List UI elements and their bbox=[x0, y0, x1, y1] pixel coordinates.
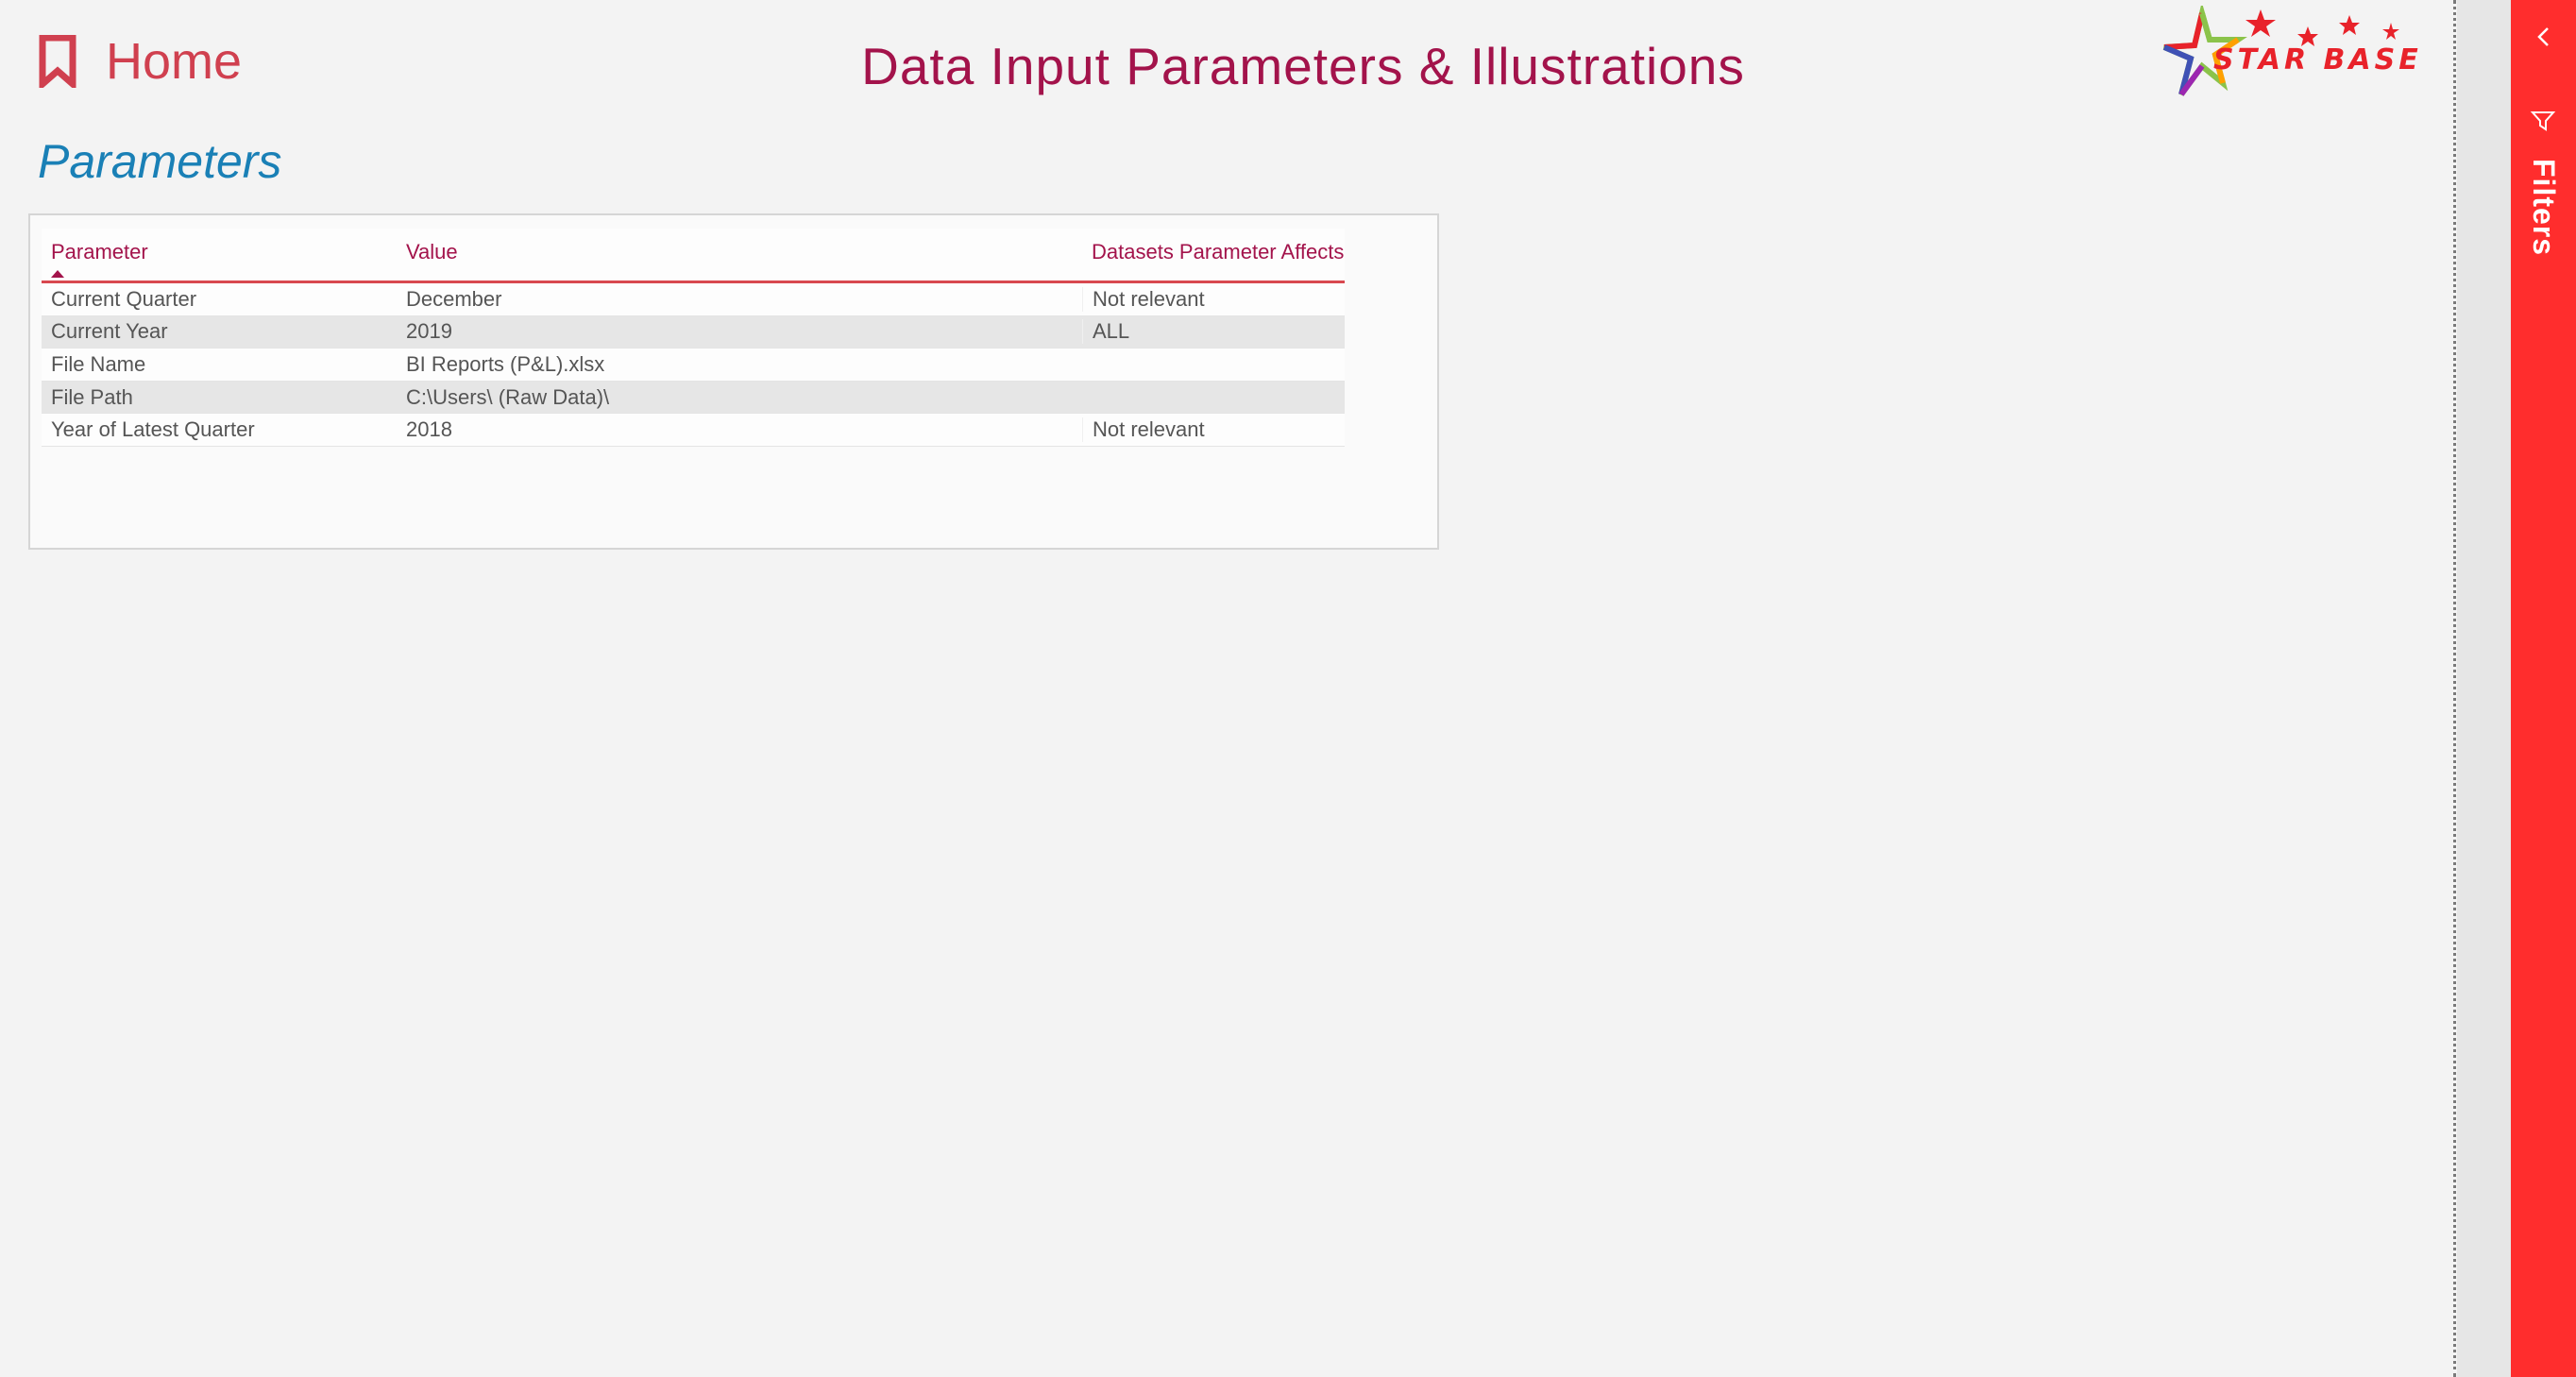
parameters-table: Parameter Value Datasets Parameter Affec… bbox=[42, 229, 1345, 447]
filter-icon bbox=[2530, 108, 2556, 134]
report-canvas: Home Data Input Parameters & Illustratio… bbox=[0, 0, 2455, 1377]
column-header-datasets[interactable]: Datasets Parameter Affects bbox=[1082, 229, 1345, 280]
parameters-table-visual: Parameter Value Datasets Parameter Affec… bbox=[28, 213, 1439, 550]
table-header: Parameter Value Datasets Parameter Affec… bbox=[42, 229, 1345, 283]
cell-datasets: Not relevant bbox=[1082, 417, 1345, 443]
column-header-value[interactable]: Value bbox=[397, 229, 1082, 280]
canvas-edge-divider bbox=[2453, 0, 2456, 1377]
table-row[interactable]: Current Quarter December Not relevant bbox=[42, 283, 1345, 316]
cell-value: 2018 bbox=[406, 417, 452, 442]
sort-ascending-icon bbox=[51, 270, 64, 278]
table-row[interactable]: File Path C:\Users\ (Raw Data)\ bbox=[42, 381, 1345, 415]
filters-pane[interactable]: Filters bbox=[2511, 0, 2576, 1377]
table-row[interactable]: File Name BI Reports (P&L).xlsx bbox=[42, 348, 1345, 382]
star-base-logo: STAR BASE bbox=[2153, 6, 2418, 100]
cell-value: C:\Users\ (Raw Data)\ bbox=[406, 384, 610, 409]
table-row[interactable]: Current Year 2019 ALL bbox=[42, 315, 1345, 349]
section-title: Parameters bbox=[38, 135, 282, 188]
logo-text: STAR BASE bbox=[2213, 43, 2422, 76]
cell-value: December bbox=[406, 286, 502, 311]
cell-parameter: Current Quarter bbox=[51, 286, 197, 311]
table-row[interactable]: Year of Latest Quarter 2018 Not relevant bbox=[42, 414, 1345, 447]
cell-datasets: Not relevant bbox=[1082, 286, 1345, 312]
cell-datasets: ALL bbox=[1082, 319, 1345, 345]
pane-gutter bbox=[2457, 0, 2511, 1377]
column-header-parameter[interactable]: Parameter bbox=[42, 229, 397, 280]
filters-pane-label[interactable]: Filters bbox=[2526, 159, 2561, 256]
cell-value: BI Reports (P&L).xlsx bbox=[406, 351, 605, 376]
cell-parameter: File Name bbox=[51, 351, 146, 376]
cell-parameter: Year of Latest Quarter bbox=[51, 417, 255, 442]
cell-parameter: File Path bbox=[51, 384, 133, 409]
cell-parameter: Current Year bbox=[51, 319, 168, 344]
cell-value: 2019 bbox=[406, 319, 452, 344]
chevron-left-icon[interactable] bbox=[2532, 25, 2556, 49]
